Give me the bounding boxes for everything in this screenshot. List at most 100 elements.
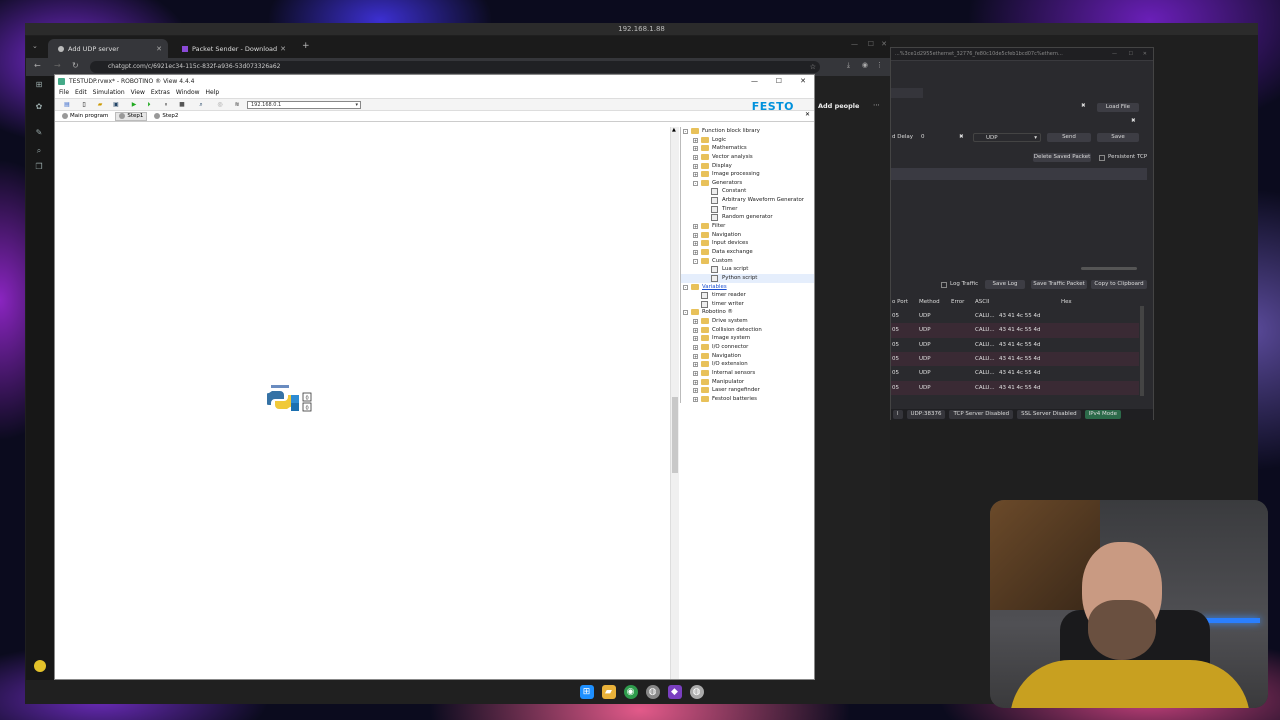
new-file-icon[interactable]: ▯ xyxy=(80,101,88,109)
send-button[interactable]: Send xyxy=(1047,133,1091,142)
expand-icon[interactable]: + xyxy=(693,146,698,152)
tree-item[interactable]: + Festool batteries xyxy=(681,395,814,403)
tree-item[interactable]: Constant xyxy=(681,187,814,196)
tree-item[interactable]: Timer xyxy=(681,205,814,214)
table-row[interactable]: 05 UDP CALU... 43 41 4c 55 4d xyxy=(891,366,1139,381)
tree-item[interactable]: + Internal sensors xyxy=(681,369,814,378)
tree-item[interactable]: + Drive system xyxy=(681,317,814,326)
more-options-icon[interactable]: ⋯ xyxy=(873,101,880,109)
menu-file[interactable]: File xyxy=(59,88,69,98)
close-icon[interactable]: ✕ xyxy=(800,75,806,88)
bookmark-star-icon[interactable]: ☆ xyxy=(810,61,816,73)
expand-icon[interactable]: + xyxy=(693,172,698,178)
robotino-icon[interactable]: ◍ xyxy=(645,685,660,699)
clear-icon[interactable]: ✖ xyxy=(1081,103,1086,109)
search-icon[interactable]: ⌕ xyxy=(34,146,44,156)
tree-item[interactable]: + Manipulator xyxy=(681,378,814,387)
copy-to-clipboard-button[interactable]: Copy to Clipboard xyxy=(1091,280,1147,289)
tree-item[interactable]: + Collision detection xyxy=(681,326,814,335)
clear-icon[interactable]: ✖ xyxy=(1131,118,1136,124)
expand-icon[interactable]: + xyxy=(693,137,698,143)
back-icon[interactable]: ← xyxy=(34,61,41,70)
expand-icon[interactable]: + xyxy=(693,154,698,160)
maximize-icon[interactable]: ☐ xyxy=(868,40,874,48)
expand-icon[interactable]: + xyxy=(693,327,698,333)
save-icon[interactable]: ▣ xyxy=(112,101,120,109)
canvas-scrollbar[interactable]: ▲ xyxy=(670,127,679,679)
file-explorer-icon[interactable]: ▰ xyxy=(601,685,616,699)
url-field[interactable]: chatgpt.com/c/6921ec34-115c-832f-a936-53… xyxy=(90,61,820,73)
menu-view[interactable]: View xyxy=(131,88,145,98)
start-icon[interactable]: ⊞ xyxy=(579,685,594,699)
network-icon[interactable]: ▤ xyxy=(63,101,71,109)
minimize-icon[interactable]: — xyxy=(751,75,758,88)
load-file-button[interactable]: Load File xyxy=(1097,103,1139,112)
tree-item[interactable]: + I/O extension xyxy=(681,360,814,369)
tab-step2[interactable]: Step2 xyxy=(151,112,181,121)
expand-icon[interactable]: + xyxy=(693,379,698,385)
expand-icon[interactable]: + xyxy=(693,370,698,376)
tree-item[interactable]: + Navigation xyxy=(681,352,814,361)
pause-icon[interactable]: ⏸ xyxy=(162,101,170,109)
expand-icon[interactable]: + xyxy=(693,336,698,342)
openai-logo-icon[interactable]: ✿ xyxy=(34,102,44,112)
expand-icon[interactable]: + xyxy=(693,319,698,325)
collapse-icon[interactable]: - xyxy=(693,258,698,264)
expand-icon[interactable]: + xyxy=(693,345,698,351)
zoom-icon[interactable]: ⌕ xyxy=(197,101,205,109)
table-row[interactable]: 05 UDP CALU... 43 41 4c 55 4d xyxy=(891,380,1139,395)
menu-edit[interactable]: Edit xyxy=(75,88,87,98)
tree-item[interactable]: - Generators xyxy=(681,179,814,188)
packet-sender-icon[interactable]: ◆ xyxy=(667,685,682,699)
save-button[interactable]: Save xyxy=(1097,133,1139,142)
profile-icon[interactable]: ◉ xyxy=(862,61,868,69)
tree-item[interactable]: + Navigation xyxy=(681,231,814,240)
play-icon[interactable]: ▶ xyxy=(130,101,138,109)
minimize-icon[interactable]: — xyxy=(851,40,858,48)
expand-icon[interactable]: + xyxy=(693,353,698,359)
tab-packet-sender[interactable]: Packet Sender - Download ✕ xyxy=(172,39,292,58)
tab-search-icon[interactable]: ⌄ xyxy=(32,42,38,50)
menu-simulation[interactable]: Simulation xyxy=(93,88,125,98)
tree-item[interactable]: + Vector analysis xyxy=(681,153,814,162)
tree-item[interactable]: + Filter xyxy=(681,222,814,231)
udp-port-status[interactable]: UDP:38376 xyxy=(906,410,946,419)
tree-item[interactable]: + Input devices xyxy=(681,239,814,248)
tree-item[interactable]: timer writer xyxy=(681,300,814,309)
new-chat-icon[interactable]: ✎ xyxy=(34,128,44,138)
tree-item[interactable]: + Data exchange xyxy=(681,248,814,257)
scroll-up-icon[interactable]: ▲ xyxy=(672,127,676,133)
download-icon[interactable]: ⤓ xyxy=(847,61,850,70)
open-folder-icon[interactable]: ▰ xyxy=(96,101,104,109)
tab-step1[interactable]: Step1 xyxy=(115,111,148,121)
collapse-icon[interactable]: - xyxy=(683,284,688,290)
close-tab-icon[interactable]: ✕ xyxy=(805,111,810,118)
tree-item[interactable]: + Display xyxy=(681,162,814,171)
table-row[interactable]: 05 UDP CALU... 43 41 4c 55 4d xyxy=(891,351,1139,367)
tree-item[interactable]: timer reader xyxy=(681,291,814,300)
delay-value[interactable]: 0 xyxy=(921,134,925,140)
expand-icon[interactable]: + xyxy=(693,396,698,402)
tree-item[interactable]: - Custom xyxy=(681,257,814,266)
horizontal-scroll-thumb[interactable] xyxy=(1081,267,1137,270)
maximize-icon[interactable]: ☐ xyxy=(776,75,782,88)
close-window-icon[interactable]: ✕ xyxy=(881,40,887,48)
reload-icon[interactable]: ↻ xyxy=(72,61,79,70)
program-canvas[interactable]: 0 0 xyxy=(55,123,671,679)
expand-icon[interactable]: + xyxy=(693,249,698,255)
minimize-icon[interactable]: — xyxy=(1112,48,1117,60)
tab-main-program[interactable]: Main program xyxy=(59,112,111,121)
tree-item[interactable]: - Function block library xyxy=(681,127,814,136)
menu-icon[interactable]: ⋮ xyxy=(876,61,883,69)
col-hex[interactable]: Hex xyxy=(1061,297,1072,307)
collapse-icon[interactable]: - xyxy=(683,129,688,134)
ssl-server-status[interactable]: SSL Server Disabled xyxy=(1017,410,1081,419)
close-icon[interactable]: ✕ xyxy=(1143,48,1147,60)
save-traffic-packet-button[interactable]: Save Traffic Packet xyxy=(1031,280,1087,289)
expand-icon[interactable]: + xyxy=(693,224,698,230)
maximize-icon[interactable]: ☐ xyxy=(1129,48,1133,60)
tree-item[interactable]: + I/O connector xyxy=(681,343,814,352)
tree-item[interactable]: + Mathematics xyxy=(681,144,814,153)
save-log-button[interactable]: Save Log xyxy=(985,280,1025,289)
wifi-icon[interactable]: ≋ xyxy=(233,101,241,109)
